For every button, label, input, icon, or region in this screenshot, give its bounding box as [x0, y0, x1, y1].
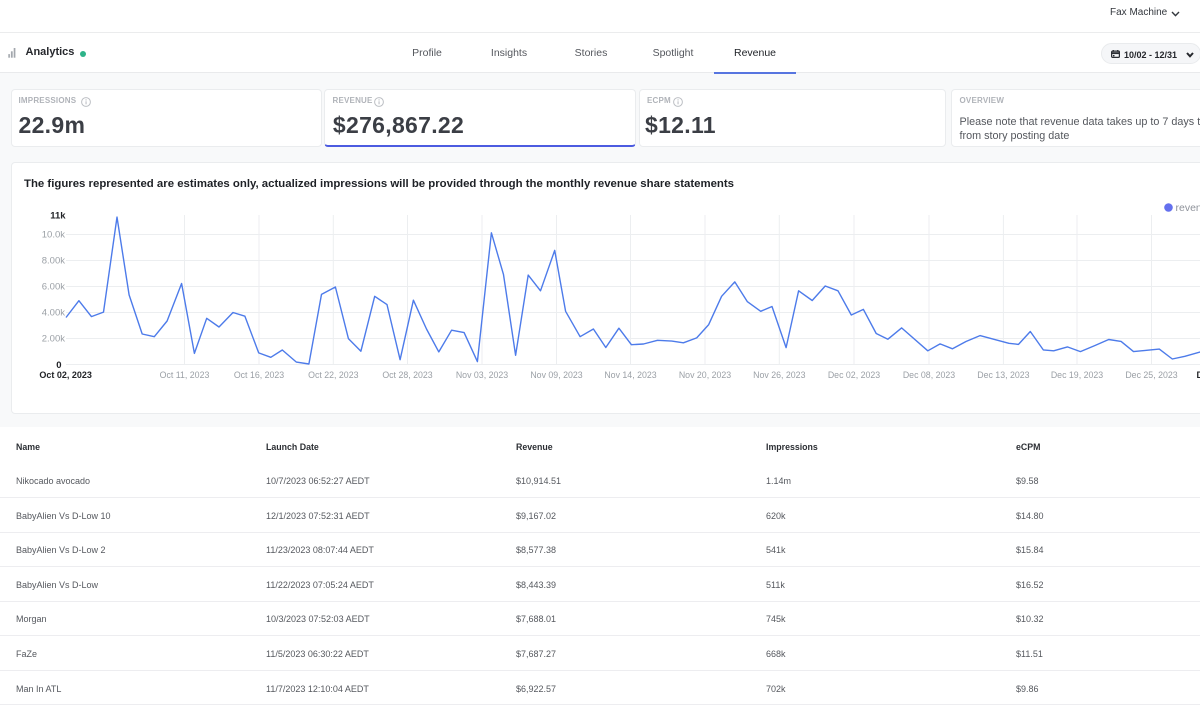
svg-text:Dec 25, 2023: Dec 25, 2023 — [1125, 370, 1177, 380]
svg-text:10.0k: 10.0k — [42, 230, 65, 241]
svg-text:Dec 13, 2023: Dec 13, 2023 — [977, 370, 1029, 380]
svg-text:Nov 14, 2023: Nov 14, 2023 — [604, 370, 656, 380]
svg-text:11k: 11k — [50, 211, 66, 222]
svg-text:6.00k: 6.00k — [42, 282, 65, 293]
svg-text:Oct 16, 2023: Oct 16, 2023 — [234, 370, 284, 380]
svg-text:Dec 31, 2023: Dec 31, 2023 — [1197, 370, 1200, 380]
svg-text:Nov 20, 2023: Nov 20, 2023 — [679, 370, 731, 380]
svg-text:Oct 02, 2023: Oct 02, 2023 — [39, 370, 92, 380]
svg-text:Oct 11, 2023: Oct 11, 2023 — [160, 370, 210, 380]
svg-text:Dec 19, 2023: Dec 19, 2023 — [1051, 370, 1103, 380]
svg-text:Nov 26, 2023: Nov 26, 2023 — [753, 370, 805, 380]
svg-text:8.00k: 8.00k — [42, 256, 65, 267]
svg-text:4.00k: 4.00k — [42, 308, 65, 319]
svg-text:Nov 03, 2023: Nov 03, 2023 — [456, 370, 508, 380]
svg-text:Oct 22, 2023: Oct 22, 2023 — [308, 370, 358, 380]
svg-text:Dec 02, 2023: Dec 02, 2023 — [828, 370, 880, 380]
svg-text:Nov 09, 2023: Nov 09, 2023 — [530, 370, 582, 380]
svg-text:Dec 08, 2023: Dec 08, 2023 — [903, 370, 955, 380]
svg-text:Oct 28, 2023: Oct 28, 2023 — [382, 370, 432, 380]
svg-text:2.00k: 2.00k — [42, 334, 65, 345]
